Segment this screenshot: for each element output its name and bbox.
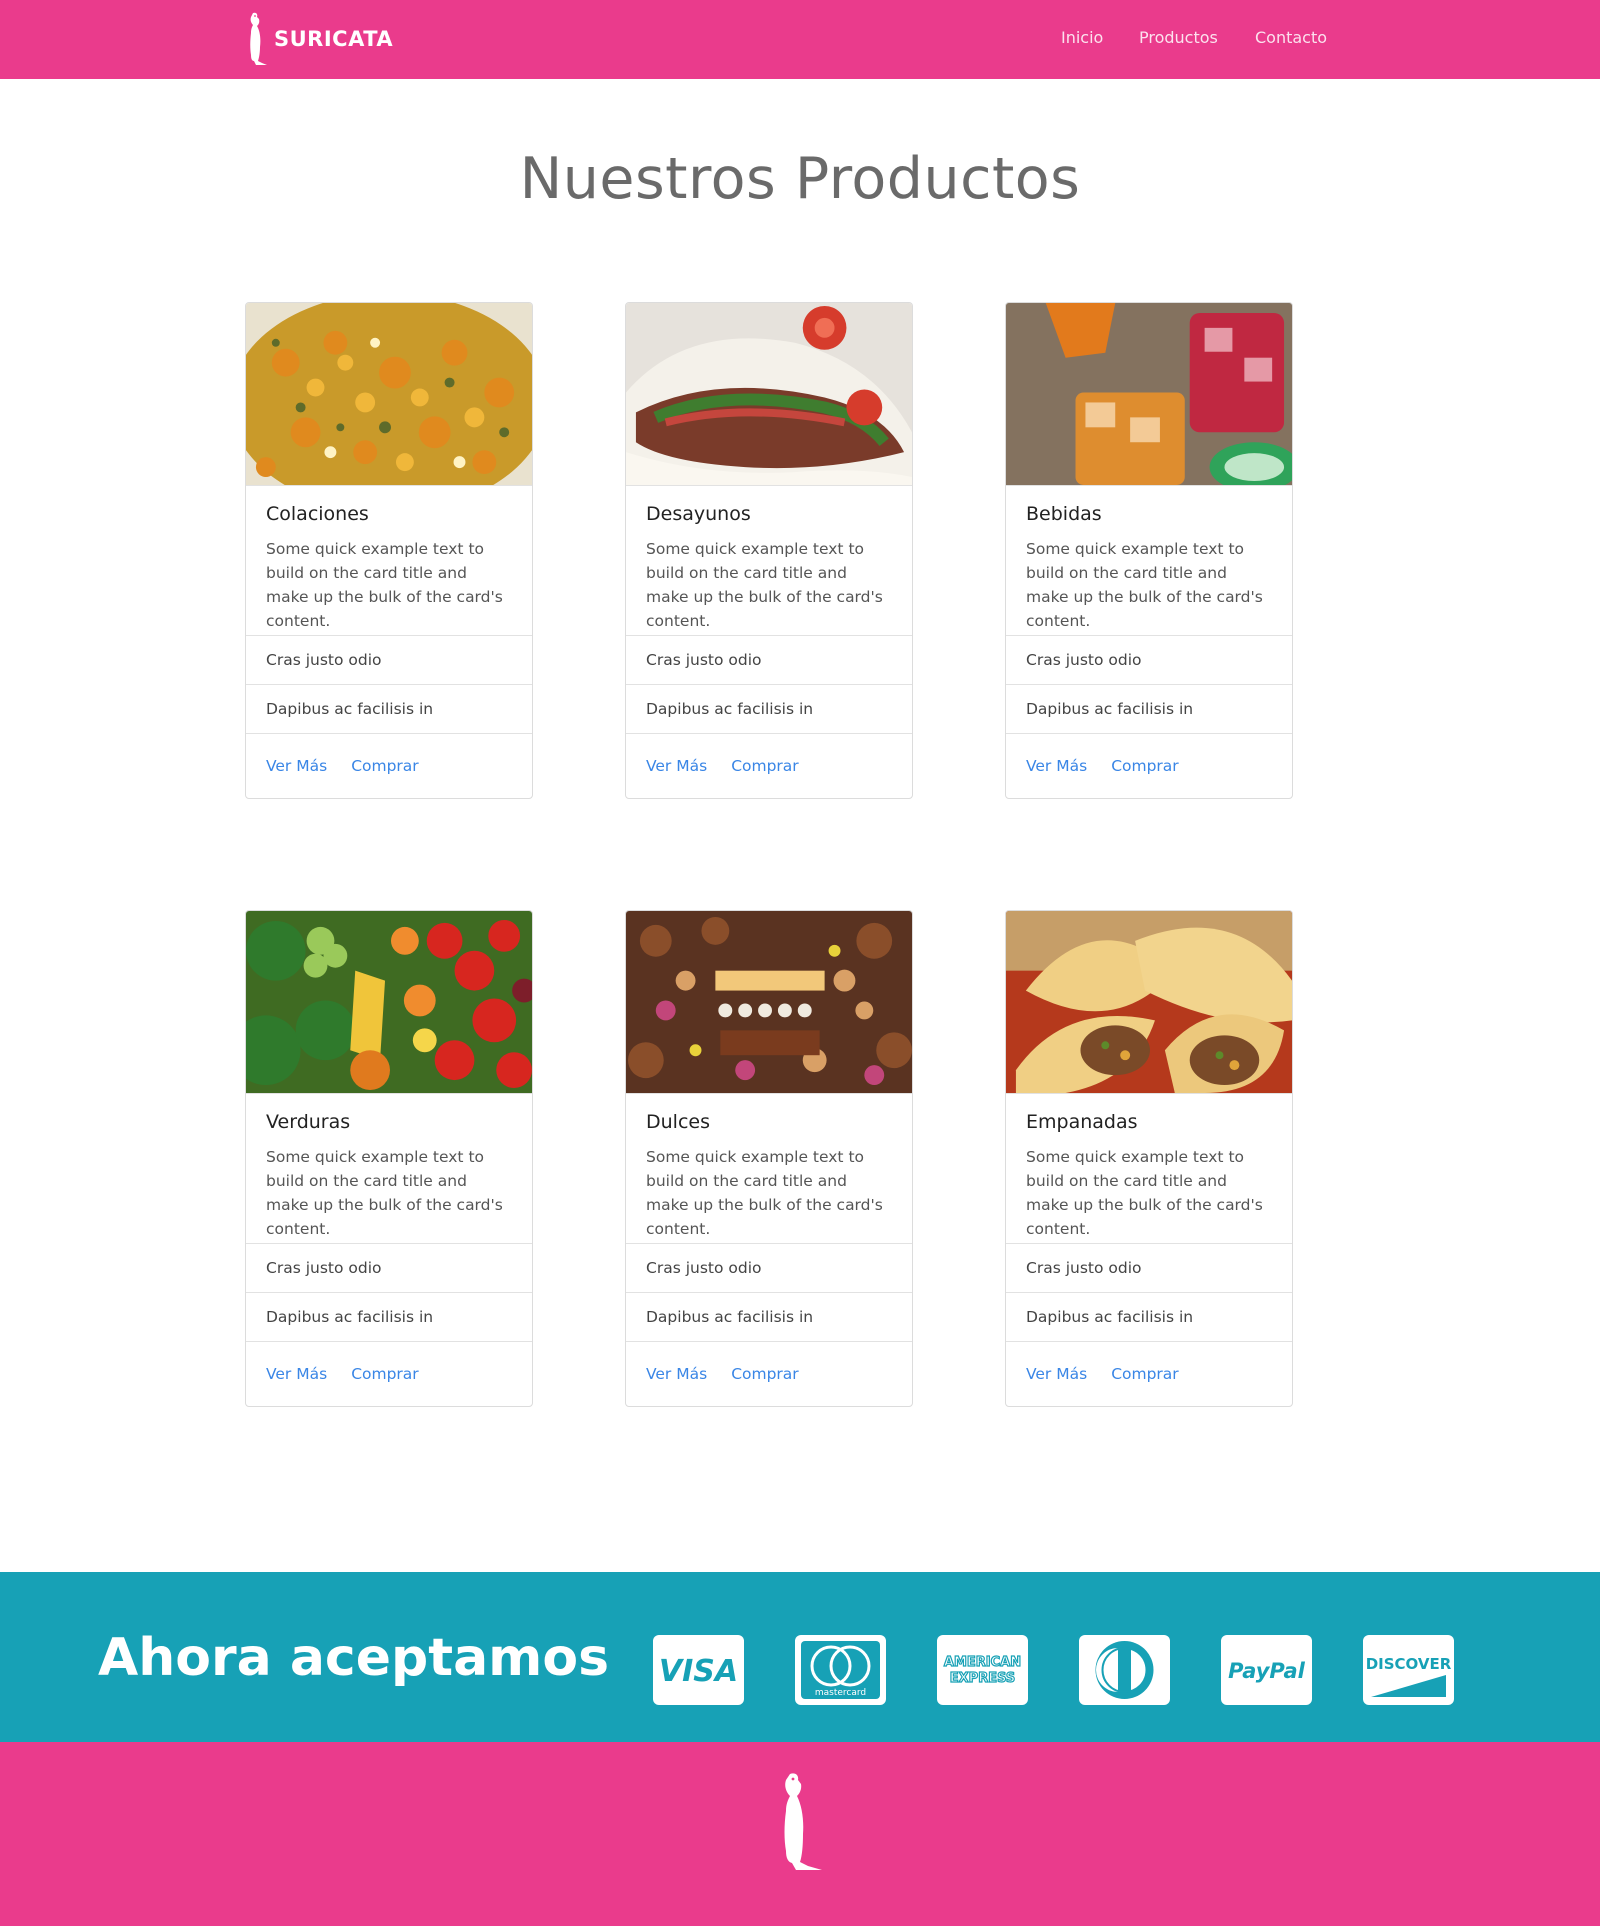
- comprar-link[interactable]: Comprar: [731, 757, 799, 775]
- card-title: Empanadas: [1026, 1111, 1138, 1133]
- ver-mas-link[interactable]: Ver Más: [1026, 1365, 1087, 1383]
- comprar-link[interactable]: Comprar: [1111, 757, 1179, 775]
- svg-text:EXPRESS: EXPRESS: [950, 1671, 1015, 1686]
- list-item: Dapibus ac facilisis in: [1006, 1292, 1292, 1341]
- svg-text:DISCOVER: DISCOVER: [1366, 1655, 1452, 1673]
- card-text: Some quick example text to build on the …: [1026, 1148, 1263, 1238]
- product-card-desayunos: Desayunos Some quick example text to bui…: [625, 302, 913, 799]
- empanadas-photo: [1006, 911, 1292, 1094]
- meerkat-icon: [784, 1773, 822, 1870]
- desayunos-photo: [626, 303, 912, 486]
- ver-mas-link[interactable]: Ver Más: [1026, 757, 1087, 775]
- nav-link-contacto[interactable]: Contacto: [1255, 28, 1327, 47]
- discover-icon: DISCOVER: [1363, 1635, 1454, 1705]
- accept-title: Ahora aceptamos: [98, 1628, 610, 1688]
- card-text: Some quick example text to build on the …: [646, 1148, 883, 1238]
- footer: [0, 1742, 1600, 1926]
- product-card-empanadas: Empanadas Some quick example text to bui…: [1005, 910, 1293, 1407]
- nav-link-productos[interactable]: Productos: [1139, 28, 1218, 47]
- list-item: Cras justo odio: [246, 1243, 532, 1292]
- card-title: Bebidas: [1026, 503, 1102, 525]
- card-title: Dulces: [646, 1111, 710, 1133]
- navbar: SURICATA Inicio Productos Contacto: [0, 0, 1600, 79]
- card-text: Some quick example text to build on the …: [266, 540, 503, 630]
- list-item: Cras justo odio: [1006, 635, 1292, 684]
- nav-link-inicio[interactable]: Inicio: [1061, 28, 1103, 47]
- card-title: Verduras: [266, 1111, 351, 1133]
- list-item: Cras justo odio: [246, 635, 532, 684]
- card-text: Some quick example text to build on the …: [1026, 540, 1263, 630]
- product-card-bebidas: Bebidas Some quick example text to build…: [1005, 302, 1293, 799]
- verduras-photo: [246, 911, 532, 1094]
- comprar-link[interactable]: Comprar: [731, 1365, 799, 1383]
- list-item: Dapibus ac facilisis in: [1006, 684, 1292, 733]
- card-title: Desayunos: [646, 503, 751, 525]
- ver-mas-link[interactable]: Ver Más: [646, 757, 707, 775]
- page-title: Nuestros Productos: [519, 146, 1081, 212]
- list-item: Cras justo odio: [1006, 1243, 1292, 1292]
- ver-mas-link[interactable]: Ver Más: [266, 757, 327, 775]
- card-title: Colaciones: [266, 503, 369, 525]
- product-card-dulces: Dulces Some quick example text to build …: [625, 910, 913, 1407]
- amex-icon: AMERICAN EXPRESS: [937, 1635, 1028, 1705]
- comprar-link[interactable]: Comprar: [1111, 1365, 1179, 1383]
- list-item: Cras justo odio: [626, 635, 912, 684]
- svg-text:PayPal: PayPal: [1228, 1659, 1305, 1683]
- diners-icon: [1079, 1635, 1170, 1705]
- bebidas-photo: [1006, 303, 1292, 486]
- paypal-icon: PayPal: [1221, 1635, 1312, 1705]
- ver-mas-link[interactable]: Ver Más: [646, 1365, 707, 1383]
- ver-mas-link[interactable]: Ver Más: [266, 1365, 327, 1383]
- colaciones-photo: [246, 303, 532, 486]
- list-item: Dapibus ac facilisis in: [246, 1292, 532, 1341]
- comprar-link[interactable]: Comprar: [351, 757, 419, 775]
- product-card-colaciones: Colaciones Some quick example text to bu…: [245, 302, 533, 799]
- meerkat-icon: [250, 12, 267, 66]
- list-item: Cras justo odio: [626, 1243, 912, 1292]
- list-item: Dapibus ac facilisis in: [626, 684, 912, 733]
- svg-text:mastercard: mastercard: [815, 1688, 866, 1698]
- brand-logo[interactable]: SURICATA: [242, 11, 393, 67]
- card-text: Some quick example text to build on the …: [266, 1148, 503, 1238]
- svg-text:AMERICAN: AMERICAN: [944, 1655, 1021, 1670]
- dulces-photo: [626, 911, 912, 1094]
- product-card-verduras: Verduras Some quick example text to buil…: [245, 910, 533, 1407]
- card-text: Some quick example text to build on the …: [646, 540, 883, 630]
- comprar-link[interactable]: Comprar: [351, 1365, 419, 1383]
- visa-icon: VISA: [653, 1635, 744, 1705]
- svg-text:VISA: VISA: [659, 1654, 738, 1689]
- list-item: Dapibus ac facilisis in: [246, 684, 532, 733]
- brand-name: SURICATA: [274, 27, 394, 51]
- payment-methods-band: Ahora aceptamos VISA mastercard AMERICAN…: [0, 1572, 1600, 1742]
- mastercard-icon: mastercard: [795, 1635, 886, 1705]
- list-item: Dapibus ac facilisis in: [626, 1292, 912, 1341]
